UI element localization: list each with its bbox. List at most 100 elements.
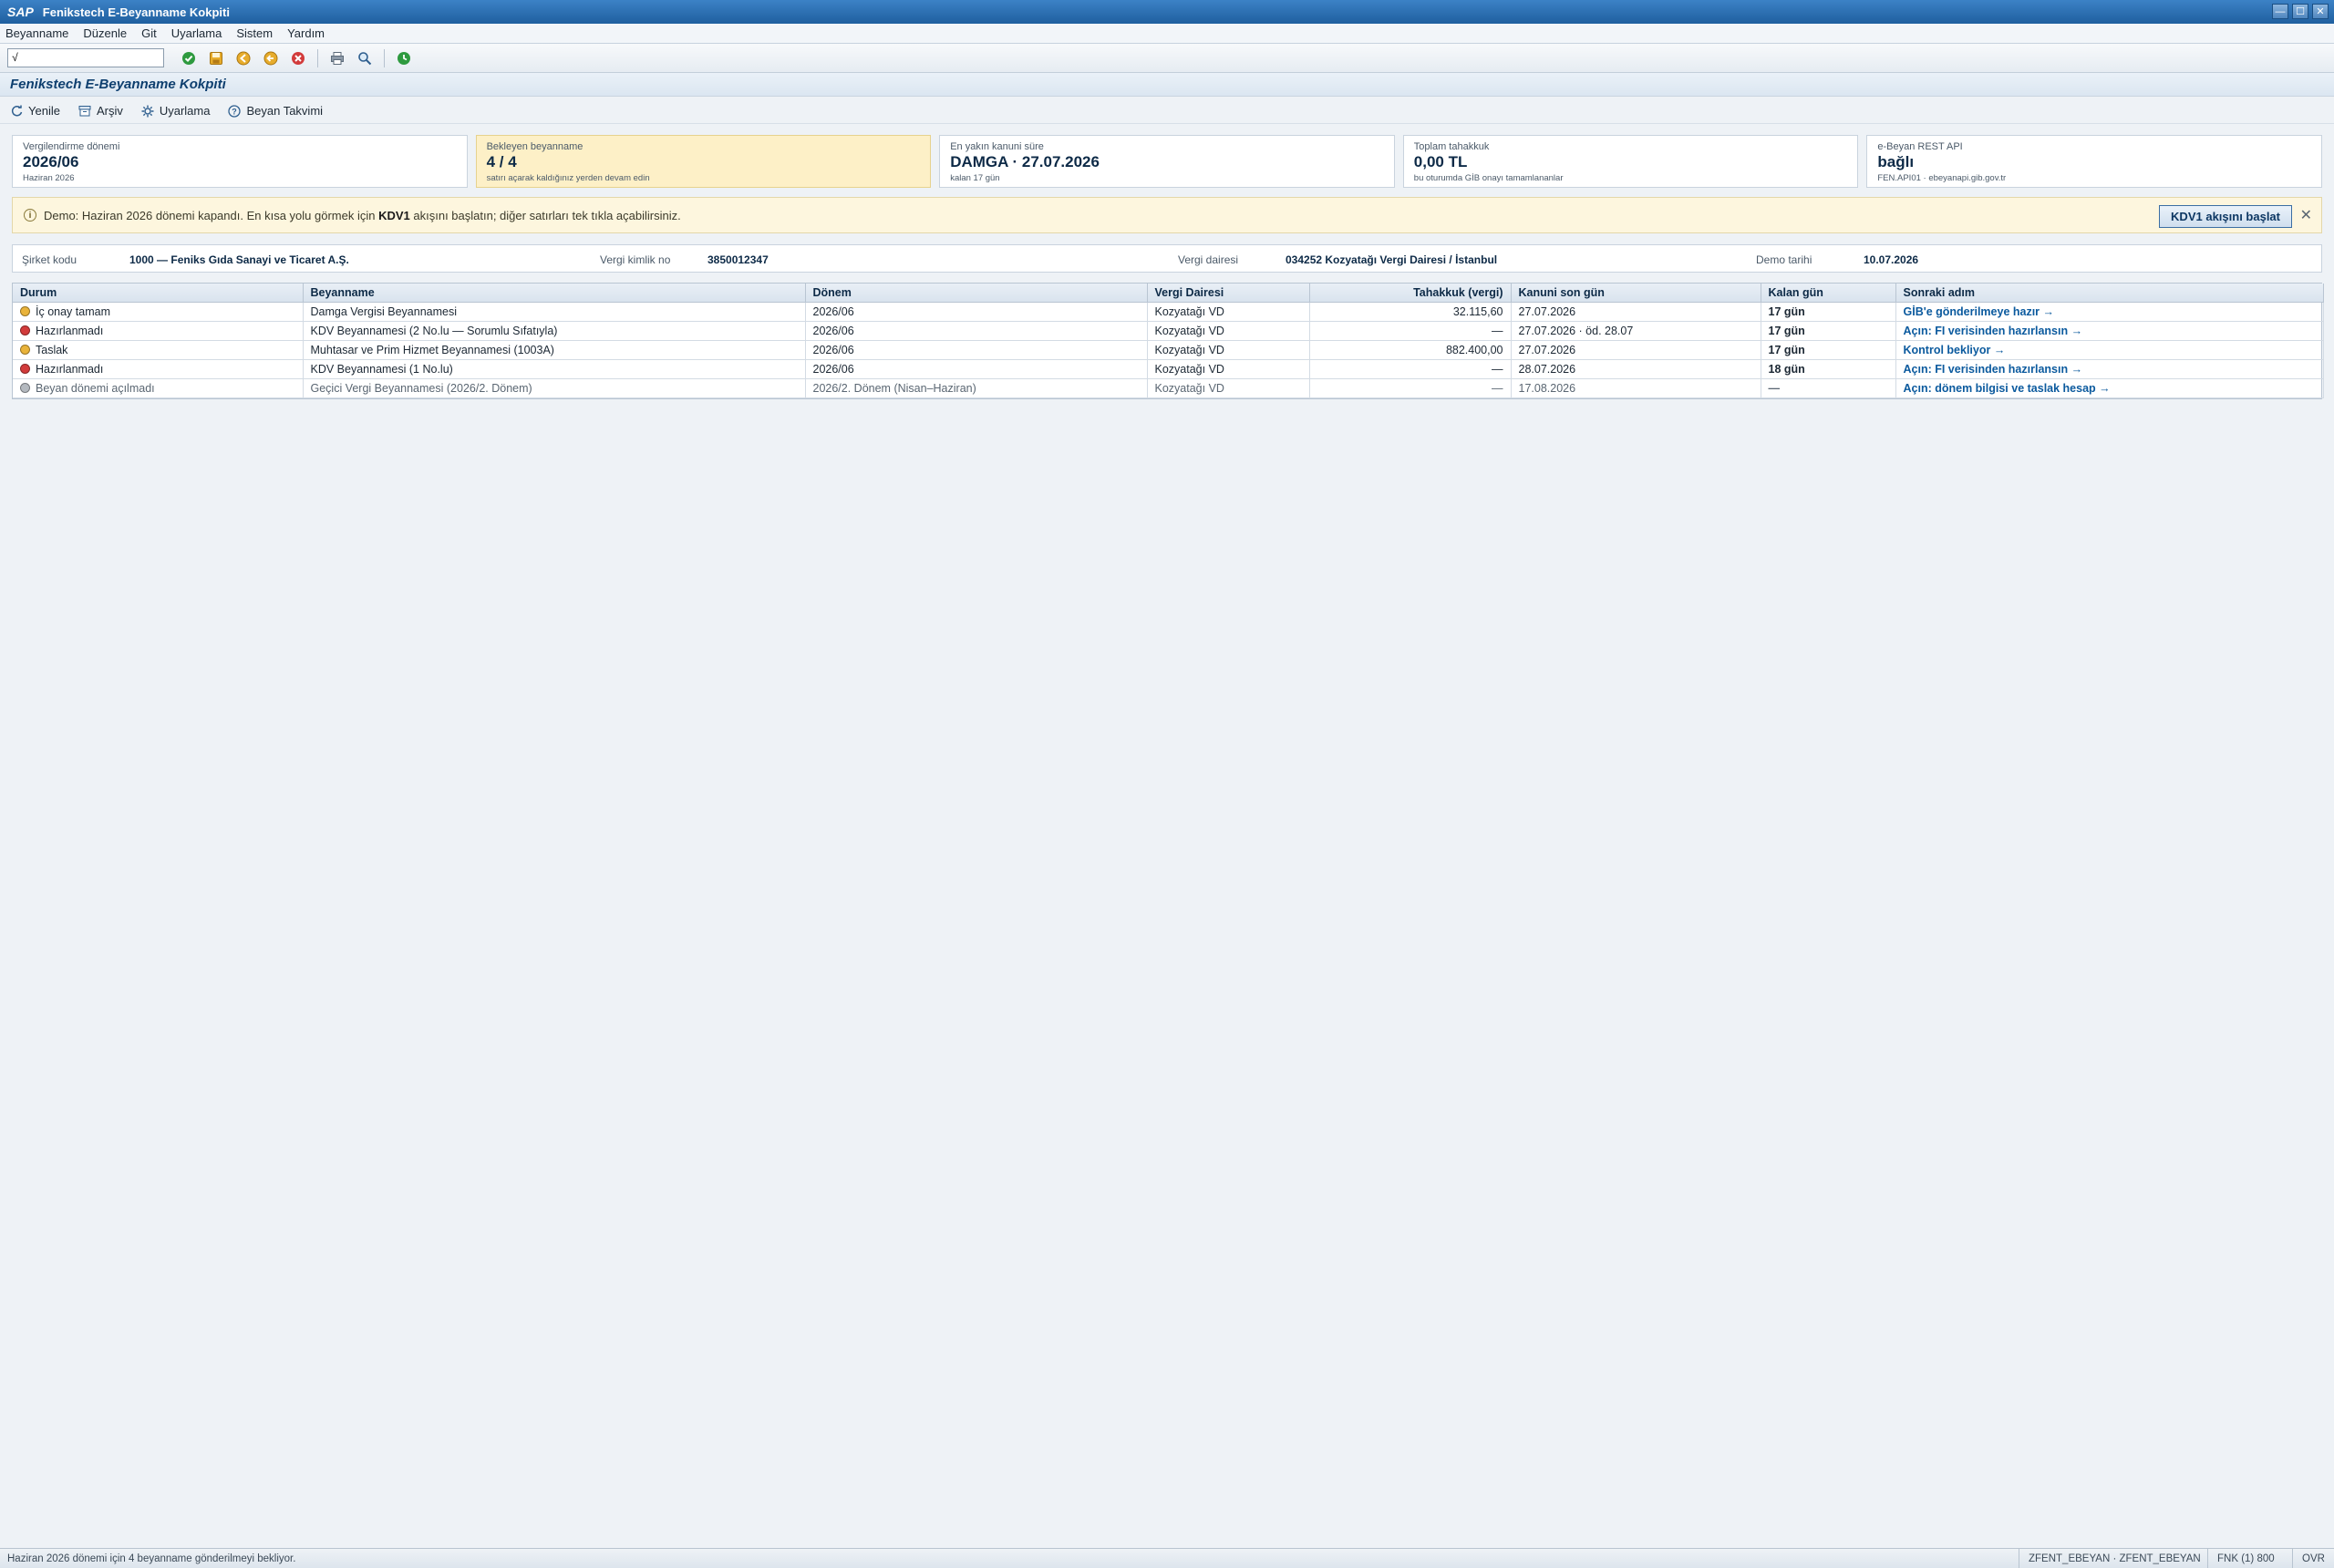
status-cell: İç onay tamam xyxy=(20,305,295,318)
minimize-button[interactable]: — xyxy=(2272,4,2288,19)
column-header-return[interactable]: Beyanname xyxy=(303,284,806,303)
cell-return-name: Damga Vergisi Beyannamesi xyxy=(303,302,806,322)
window-title: Fenikstech E-Beyanname Kokpiti xyxy=(42,5,230,19)
table-row[interactable]: İç onay tamam Damga Vergisi Beyannamesi 20… xyxy=(13,302,2324,322)
cell-period: 2026/2. Dönem (Nisan–Haziran) xyxy=(805,378,1148,398)
status-transaction: ZFENT_EBEYAN · ZFENT_EBEYAN xyxy=(2019,1549,2210,1568)
cell-period: 2026/06 xyxy=(805,321,1148,341)
menu-sistem[interactable]: Sistem xyxy=(236,26,273,40)
cell-accrual: — xyxy=(1309,321,1512,341)
kpi-api-status[interactable]: e-Beyan REST API bağlı FEN.API01 · ebeya… xyxy=(1866,135,2322,188)
cell-days-left: 18 gün xyxy=(1761,359,1896,379)
cell-period: 2026/06 xyxy=(805,302,1148,322)
column-header-days-left[interactable]: Kalan gün xyxy=(1761,284,1896,303)
status-cell: Hazırlanmadı xyxy=(20,363,295,376)
cell-tax-office: Kozyatağı VD xyxy=(1147,302,1310,322)
cell-deadline: 17.08.2026 xyxy=(1511,378,1761,398)
kpi-sub: Haziran 2026 xyxy=(23,173,75,183)
refresh-label: Yenile xyxy=(28,104,60,118)
cell-next-step: Açın: FI verisinden hazırlansın → xyxy=(1895,321,2324,341)
clock-icon[interactable] xyxy=(394,48,414,68)
back-icon[interactable] xyxy=(233,48,253,68)
menu-beyanname[interactable]: Beyanname xyxy=(5,26,68,40)
company-info-row: Şirket kodu 1000 — Feniks Gıda Sanayi ve… xyxy=(12,244,2322,273)
archive-button[interactable]: Arşiv xyxy=(78,104,123,118)
column-header-next-step[interactable]: Sonraki adım xyxy=(1895,284,2324,303)
window-title-bar: SAP Fenikstech E-Beyanname Kokpiti — ☐ ✕ xyxy=(0,0,2334,24)
next-step-link[interactable]: Kontrol bekliyor → xyxy=(1904,344,2006,356)
column-header-status[interactable]: Durum xyxy=(13,284,304,303)
settings-button[interactable]: Uyarlama xyxy=(141,104,211,118)
print-icon[interactable] xyxy=(327,48,347,68)
svg-text:?: ? xyxy=(232,107,238,116)
cell-status: Taslak xyxy=(13,340,304,360)
start-kdv1-flow-button[interactable]: KDV1 akışını başlat xyxy=(2159,205,2292,228)
refresh-icon xyxy=(11,105,23,117)
kpi-sub: bu oturumda GİB onayı tamamlananlar xyxy=(1413,173,1564,183)
page-header: Fenikstech E-Beyanname Kokpiti xyxy=(0,73,2334,97)
column-header-deadline[interactable]: Kanuni son gün xyxy=(1511,284,1761,303)
command-field[interactable] xyxy=(7,48,164,67)
close-icon[interactable]: ✕ xyxy=(2300,206,2312,224)
table-row[interactable]: Beyan dönemi açılmadı Geçici Vergi Beyann… xyxy=(13,378,2324,398)
close-window-button[interactable]: ✕ xyxy=(2312,4,2329,19)
save-icon[interactable] xyxy=(206,48,226,68)
company-code-label: Şirket kodu xyxy=(22,253,77,266)
menu-yardim[interactable]: Yardım xyxy=(287,26,325,40)
kpi-label: Bekleyen beyanname xyxy=(486,141,584,152)
cell-return-name: Geçici Vergi Beyannamesi (2026/2. Dönem) xyxy=(303,378,806,398)
cell-days-left: 17 gün xyxy=(1761,302,1896,322)
column-header-tax-office[interactable]: Vergi Dairesi xyxy=(1147,284,1310,303)
archive-icon xyxy=(78,106,91,117)
company-code-value: 1000 — Feniks Gıda Sanayi ve Ticaret A.Ş… xyxy=(129,253,349,266)
cell-deadline: 27.07.2026 · öd. 28.07 xyxy=(1511,321,1761,341)
banner-text-bold: KDV1 xyxy=(378,208,410,222)
next-step-link[interactable]: GİB'e gönderilmeye hazır → xyxy=(1904,305,2055,318)
banner-text: Demo: Haziran 2026 dönemi kapandı. En kı… xyxy=(44,209,681,222)
menu-duzenle[interactable]: Düzenle xyxy=(83,26,127,40)
cell-period: 2026/06 xyxy=(805,340,1148,360)
next-step-link[interactable]: Açın: FI verisinden hazırlansın → xyxy=(1904,325,2083,337)
toolbar-separator xyxy=(384,48,385,67)
kpi-value: 4 / 4 xyxy=(486,153,517,170)
enter-icon[interactable] xyxy=(179,48,199,68)
gear-icon xyxy=(141,105,154,117)
kpi-pending-returns[interactable]: Bekleyen beyanname 4 / 4 satırı açarak k… xyxy=(475,135,932,188)
next-step-link[interactable]: Açın: FI verisinden hazırlansın → xyxy=(1904,363,2083,376)
status-text: Hazırlanmadı xyxy=(36,324,104,337)
cell-accrual: 882.400,00 xyxy=(1309,340,1512,360)
sap-logo: SAP xyxy=(7,5,34,19)
exit-icon[interactable] xyxy=(261,48,281,68)
column-header-period[interactable]: Dönem xyxy=(805,284,1148,303)
cell-deadline: 27.07.2026 xyxy=(1511,302,1761,322)
menu-uyarlama[interactable]: Uyarlama xyxy=(171,26,222,40)
table-row[interactable]: Hazırlanmadı KDV Beyannamesi (1 No.lu) 202… xyxy=(13,359,2324,379)
find-icon[interactable] xyxy=(355,48,375,68)
demo-date-value: 10.07.2026 xyxy=(1864,253,1919,266)
column-header-accrual[interactable]: Tahakkuk (vergi) xyxy=(1309,284,1512,303)
settings-label: Uyarlama xyxy=(159,104,211,118)
cell-accrual: — xyxy=(1309,378,1512,398)
table-row[interactable]: Taslak Muhtasar ve Prim Hizmet Beyannames… xyxy=(13,340,2324,360)
tax-calendar-button[interactable]: ? Beyan Takvimi xyxy=(228,104,323,118)
cell-status: İç onay tamam xyxy=(13,302,304,322)
maximize-button[interactable]: ☐ xyxy=(2292,4,2308,19)
cell-accrual: — xyxy=(1309,359,1512,379)
cell-tax-office: Kozyatağı VD xyxy=(1147,321,1310,341)
kpi-label: Vergilendirme dönemi xyxy=(23,141,120,152)
table-row[interactable]: Hazırlanmadı KDV Beyannamesi (2 No.lu — S… xyxy=(13,321,2324,341)
menu-git[interactable]: Git xyxy=(141,26,157,40)
banner-text-part: akışını başlatın; diğer satırları tek tı… xyxy=(409,208,681,222)
cell-next-step: Kontrol bekliyor → xyxy=(1895,340,2324,360)
menu-bar: Beyanname Düzenle Git Uyarlama Sistem Ya… xyxy=(0,24,2334,44)
kpi-label: e-Beyan REST API xyxy=(1877,141,1963,152)
refresh-button[interactable]: Yenile xyxy=(11,104,60,118)
cell-deadline: 27.07.2026 xyxy=(1511,340,1761,360)
kpi-tax-period[interactable]: Vergilendirme dönemi 2026/06 Haziran 202… xyxy=(12,135,468,188)
kpi-nearest-deadline[interactable]: En yakın kanuni süre DAMGA · 27.07.2026 … xyxy=(939,135,1395,188)
toolbar-separator xyxy=(317,48,318,67)
kpi-label: Toplam tahakkuk xyxy=(1413,141,1490,152)
cancel-icon[interactable] xyxy=(288,48,308,68)
kpi-total-accrual[interactable]: Toplam tahakkuk 0,00 TL bu oturumda GİB … xyxy=(1402,135,1859,188)
next-step-link[interactable]: Açın: dönem bilgisi ve taslak hesap → xyxy=(1904,382,2111,395)
